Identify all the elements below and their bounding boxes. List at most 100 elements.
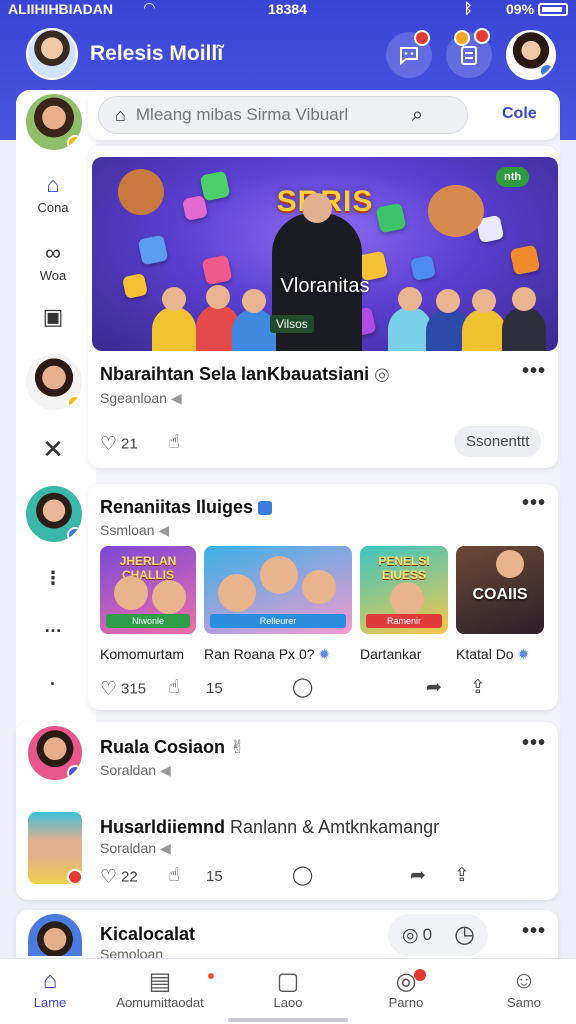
gallery-thumbnail[interactable]: COAIIS	[456, 546, 544, 634]
post-menu-icon[interactable]: •••	[522, 920, 546, 943]
trophy-icon: ◎	[395, 968, 417, 995]
gallery-thumbnail[interactable]: Relleurer	[204, 546, 352, 634]
thumbnail-band: Niwonle	[106, 614, 190, 628]
thumbnail-band: Ramenir	[366, 614, 442, 628]
banner-person	[152, 287, 196, 351]
hand-icon: ✌	[230, 737, 246, 757]
profile-avatar[interactable]	[506, 30, 556, 80]
pin-icon: ✹	[318, 646, 331, 662]
thumbnail-person	[260, 556, 298, 594]
post-menu-icon[interactable]: •••	[522, 360, 546, 383]
post-menu-icon[interactable]: •••	[522, 492, 546, 515]
sidebar-item-links[interactable]: ∞ Woa	[16, 240, 90, 283]
featured-banner[interactable]: SRRIS Vloranitas	[92, 157, 558, 351]
share-icon: ➦	[426, 677, 442, 698]
play-icon: ◀	[159, 762, 171, 778]
sidebar-item-label: Cona	[37, 200, 69, 215]
close-icon: ✕	[42, 434, 64, 464]
sidebar-avatar[interactable]	[24, 92, 84, 152]
subscribe-button[interactable]: Ssonenttt	[454, 426, 542, 457]
search-card: ⌂ ⌕ Cole	[88, 90, 558, 140]
comment-icon: ◯	[292, 865, 314, 886]
gallery-thumbnail[interactable]: JHERLAN CHALLIS Niwonle	[100, 546, 196, 634]
sidebar-item-label: Woa	[39, 268, 67, 283]
post-author-avatar[interactable]	[26, 724, 84, 782]
like-button[interactable]: ♡ 21	[100, 433, 138, 456]
thumbs-up-button[interactable]: ☝	[168, 431, 184, 454]
gallery-thumbnail[interactable]: PENELSI EIUESS Ramenir	[360, 546, 448, 634]
sidebar-contact-avatar[interactable]	[24, 352, 84, 412]
post-thumbnail[interactable]	[26, 810, 84, 886]
wifi-icon: ◠	[144, 0, 155, 15]
like-button[interactable]: ♡ 315	[100, 678, 146, 701]
search-input[interactable]	[135, 105, 406, 125]
search-icon[interactable]: ⌕	[412, 104, 423, 127]
compose-button[interactable]	[446, 28, 492, 78]
user-avatar[interactable]	[26, 28, 78, 80]
thumbnail-overlay-text: PENELSI EIUESS	[378, 554, 430, 582]
post-author: Semoloan	[100, 946, 164, 958]
person-icon: ⌂	[115, 104, 126, 125]
live-badge	[67, 869, 82, 884]
search-box[interactable]: ⌂ ⌕	[98, 96, 468, 134]
sidebar-item-bookmark[interactable]: ▣	[16, 304, 90, 332]
post-card-list	[16, 722, 558, 900]
like-count: 315	[121, 680, 147, 698]
post-title-text: Nbaraihtan Sela lanKbauatsiani	[100, 364, 370, 384]
comment-button[interactable]: ◯	[292, 864, 317, 887]
compose-badge-yellow	[454, 30, 470, 46]
gamepad-icon: ▤	[148, 968, 172, 995]
comment-button[interactable]: ◯	[292, 676, 317, 699]
verified-icon: ◎	[374, 364, 390, 384]
nav-trophy[interactable]: ◎ Parno	[356, 967, 456, 1010]
verified-badge	[67, 527, 82, 542]
thumbnail-label: Dartankar	[360, 646, 422, 662]
upload-button[interactable]: ⇪	[470, 676, 490, 699]
app-icon-tile	[137, 234, 169, 266]
like-count: 22	[121, 868, 138, 886]
chat-button[interactable]	[386, 30, 432, 78]
nav-label: Aomumittaodat	[116, 995, 204, 1010]
post-author: Ssmloan ◀	[100, 522, 169, 539]
app-icon-tile	[509, 244, 541, 276]
post-menu-icon[interactable]: •••	[522, 732, 546, 755]
search-action-link[interactable]: Cole	[502, 105, 537, 123]
nav-notification-badge	[414, 969, 426, 981]
thumbs-up-button[interactable]: ☝	[168, 864, 184, 887]
post-author: Sgeanloan ◀	[100, 390, 182, 407]
online-badge	[67, 395, 82, 410]
nav-home[interactable]: ⌂ Lame	[0, 967, 100, 1010]
comment-icon: ◯	[292, 677, 314, 698]
nav-profile[interactable]: ☺ Samo	[474, 967, 574, 1010]
view-count-text: 0	[422, 924, 433, 944]
clock-icon[interactable]: ◷	[454, 920, 475, 949]
dot-icon: ·	[50, 674, 56, 694]
sidebar-item-home[interactable]: ⌂ Cona	[16, 172, 90, 215]
play-icon: ◀	[158, 522, 170, 538]
sidebar-item-close[interactable]: ✕	[16, 434, 90, 467]
thumbnail-person	[302, 570, 336, 604]
nav-music[interactable]: ▢ Laoo	[238, 967, 338, 1010]
carrier-label: ALIIHIHBIADAN	[8, 1, 113, 17]
post-author-text: Sgeanloan	[100, 390, 167, 406]
sidebar-contact-avatar-2[interactable]	[24, 484, 84, 544]
home-indicator	[228, 1018, 348, 1022]
thumbs-up-icon: ☝	[168, 677, 180, 698]
share-button[interactable]: ➦	[426, 676, 446, 699]
post-title: Renaniitas Iluiges	[100, 497, 273, 518]
heart-icon: ♡	[100, 434, 118, 455]
post-title-extra: Ranlann & Amtknkamangr	[230, 817, 440, 837]
post-title-text: Renaniitas Iluiges	[100, 497, 254, 517]
post-author: Soraldan ◀	[100, 762, 171, 779]
ellipsis-icon[interactable]: …	[16, 616, 90, 637]
upload-button[interactable]: ⇪	[454, 864, 474, 887]
like-button[interactable]: ♡ 22	[100, 866, 138, 889]
post-author-text: Ssmloan	[100, 522, 155, 538]
share-button[interactable]: ➦	[410, 864, 430, 887]
play-icon: ◀	[170, 390, 182, 406]
view-count: ◎ 0	[402, 924, 432, 947]
more-dots-icon[interactable]: ⋮	[16, 568, 90, 589]
thumbs-up-button[interactable]: ☝	[168, 676, 184, 699]
post-title: Kicalocalat	[100, 924, 196, 944]
nav-games[interactable]: ▤ Aomumittaodat	[104, 967, 216, 1010]
